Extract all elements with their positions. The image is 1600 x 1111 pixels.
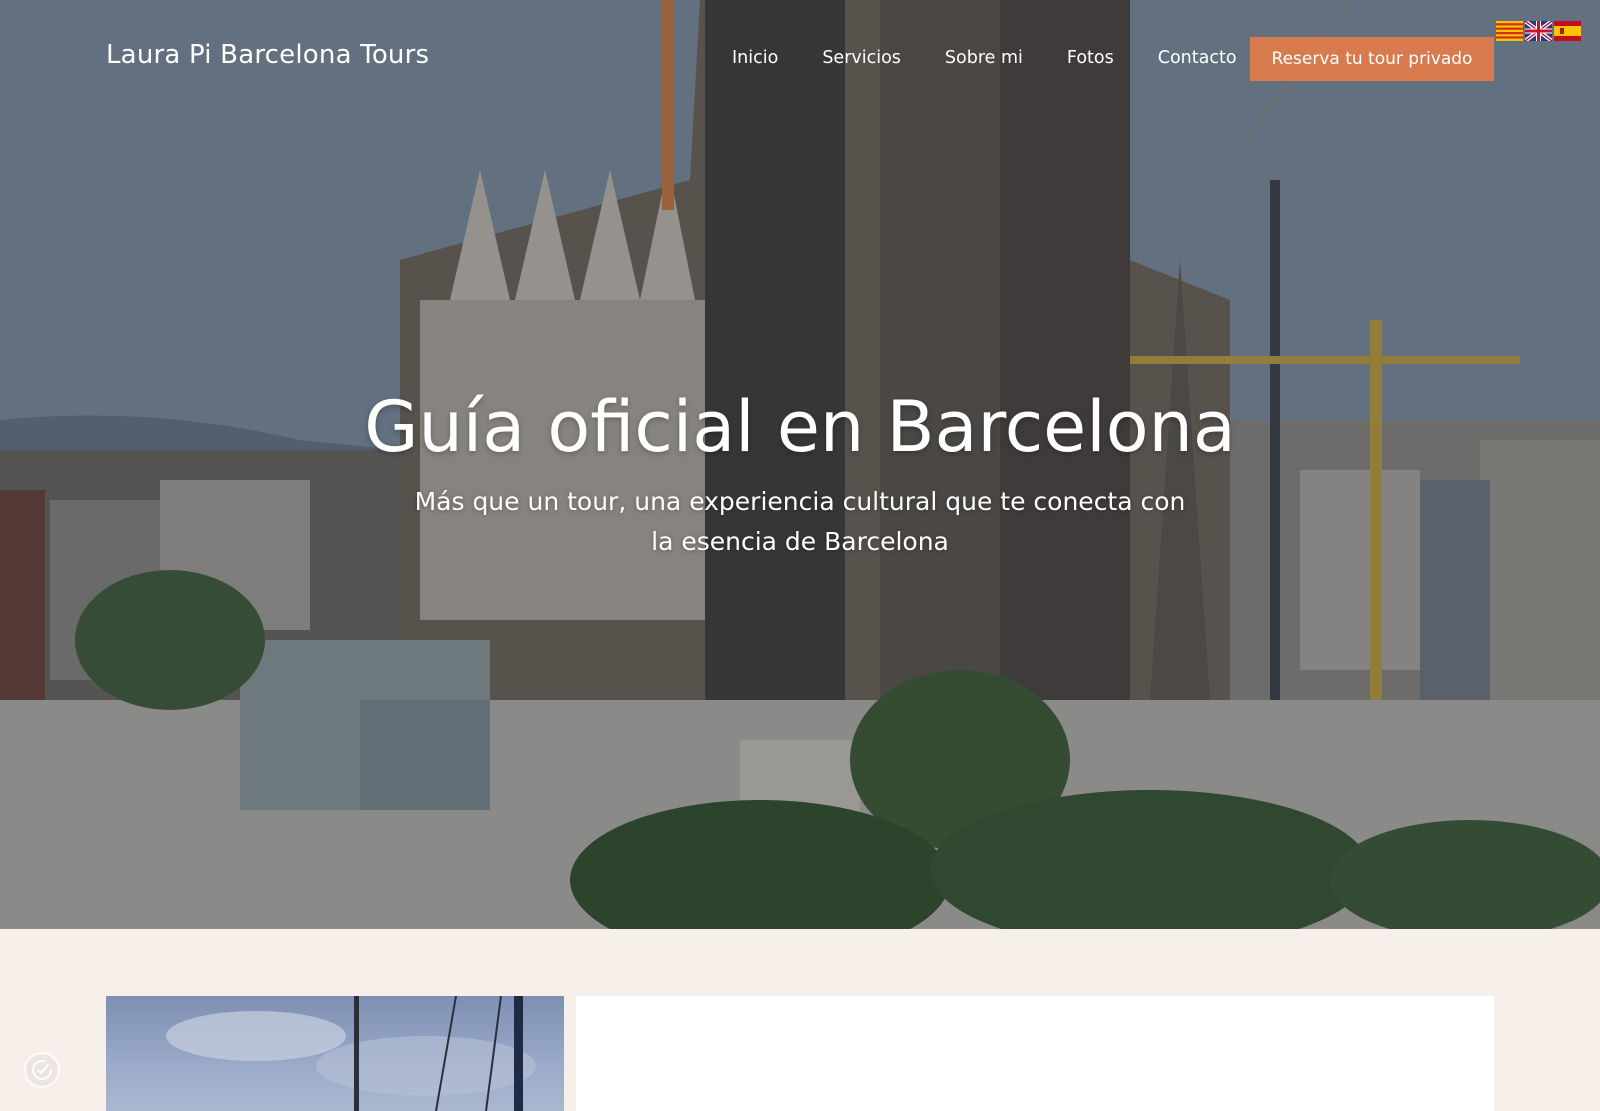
hero-subtitle: Más que un tour, una experiencia cultura…	[414, 487, 1186, 556]
nav-link-servicios[interactable]: Servicios	[822, 46, 901, 70]
spain-flag-icon[interactable]	[1554, 21, 1581, 41]
uk-flag-icon[interactable]	[1525, 21, 1552, 41]
content-card	[576, 996, 1494, 1111]
nav-link-contacto[interactable]: Contacto	[1158, 46, 1237, 70]
nav-link-sobre-mi[interactable]: Sobre mi	[945, 46, 1023, 70]
main-nav: Inicio Servicios Sobre mi Fotos Contacto	[732, 46, 1281, 70]
language-switcher	[1496, 21, 1581, 41]
catalan-flag-icon[interactable]	[1496, 21, 1523, 41]
book-tour-button[interactable]: Reserva tu tour privado	[1250, 37, 1494, 81]
cookie-check-icon	[32, 1060, 52, 1080]
cookie-consent-icon[interactable]	[24, 1052, 60, 1088]
nav-link-fotos[interactable]: Fotos	[1067, 46, 1114, 70]
boat-mast-photo	[166, 996, 536, 1111]
brand-logo[interactable]: Laura Pi Barcelona Tours	[106, 40, 429, 70]
nav-link-inicio[interactable]: Inicio	[732, 46, 778, 70]
feature-photo	[106, 996, 564, 1111]
hero-title: Guía oficial en Barcelona	[364, 386, 1236, 468]
